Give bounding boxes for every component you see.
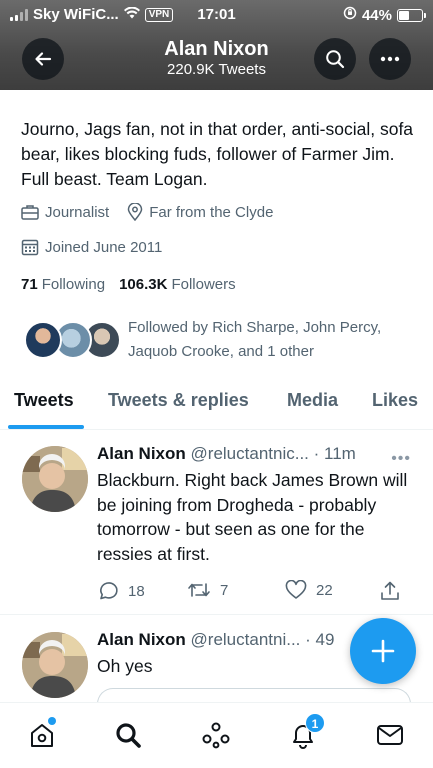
header-tweet-count: 220.9K Tweets (167, 61, 266, 78)
briefcase-icon (21, 205, 39, 220)
tweet-text: Blackburn. Right back James Brown will b… (97, 470, 408, 564)
status-bar: Sky WiFiC... VPN 17:01 44% (0, 0, 433, 30)
tweet-divider (0, 614, 433, 615)
orientation-lock-icon (343, 6, 357, 24)
tweet-author-name[interactable]: Alan Nixon (97, 444, 186, 463)
vpn-badge: VPN (144, 7, 174, 22)
carrier-label: Sky WiFiC... (33, 6, 119, 23)
compose-tweet-button[interactable] (350, 618, 416, 684)
tweet-handle-time: @reluctantnic... · 11m (190, 444, 356, 463)
nav-notifications[interactable]: 1 (283, 713, 325, 755)
location-pin-icon (127, 203, 143, 221)
following-link[interactable]: 71 Following (21, 276, 105, 293)
retweet-button[interactable]: 7 (187, 580, 228, 600)
signal-icon (10, 8, 28, 21)
like-button[interactable]: 22 (285, 580, 333, 600)
more-options-button[interactable] (369, 38, 411, 80)
profile-tabs: Tweets Tweets & replies Media Likes (0, 380, 433, 430)
tweet-actions: 18 7 22 (97, 580, 407, 604)
mail-icon (377, 725, 403, 745)
joined-label: Joined June 2011 (45, 238, 163, 256)
nav-search[interactable] (108, 715, 148, 755)
followed-by-section[interactable]: Followed by Rich Sharpe, John Percy, Jaq… (21, 316, 421, 366)
tweet-card[interactable]: Alan Nixon @reluctantnic... · 11m ••• Bl… (0, 444, 433, 614)
follower-avatar-1 (24, 321, 62, 359)
profile-meta-row: Journalist Far from the Clyde (21, 203, 273, 221)
search-icon (116, 723, 141, 748)
share-icon (381, 581, 399, 600)
notification-badge: 1 (305, 713, 325, 733)
tab-tweets-and-replies[interactable]: Tweets & replies (108, 390, 249, 411)
home-icon (31, 724, 53, 747)
tweet-handle-time: @reluctantni... · 49 (190, 630, 335, 649)
home-unread-dot (48, 717, 56, 725)
tweet-header: Alan Nixon @reluctantni... · 49 (97, 630, 334, 650)
tweet-author-name[interactable]: Alan Nixon (97, 630, 186, 649)
reply-button[interactable]: 18 (97, 580, 145, 602)
tab-tweets[interactable]: Tweets (14, 390, 74, 411)
spaces-icon (202, 722, 230, 749)
profession-label: Journalist (45, 203, 110, 221)
following-label: Following (41, 276, 106, 293)
retweet-count: 7 (220, 581, 229, 599)
nav-home[interactable] (22, 715, 62, 755)
search-button[interactable] (314, 38, 356, 80)
avatar[interactable] (22, 632, 88, 698)
wifi-icon (123, 6, 140, 23)
nav-spaces[interactable] (196, 715, 236, 755)
profile-bio: Journo, Jags fan, not in that order, ant… (21, 119, 414, 189)
tweet-more-icon[interactable]: ••• (391, 450, 411, 468)
retweet-icon (188, 583, 210, 597)
tab-media[interactable]: Media (287, 390, 338, 411)
nav-messages[interactable] (370, 715, 410, 755)
calendar-icon (21, 239, 39, 256)
like-count: 22 (316, 581, 333, 599)
more-icon (380, 56, 400, 62)
tab-likes[interactable]: Likes (372, 390, 418, 411)
battery-icon (397, 8, 426, 22)
followers-label: Followers (171, 276, 236, 293)
location-label: Far from the Clyde (149, 203, 274, 221)
bottom-nav: 1 (0, 702, 433, 768)
follow-counts: 71 Following 106.3K Followers (21, 276, 236, 293)
tweet-header: Alan Nixon @reluctantnic... · 11m (97, 444, 356, 464)
share-button[interactable] (379, 580, 401, 602)
reply-count: 18 (128, 582, 145, 600)
following-count: 71 (21, 276, 38, 293)
followers-count: 106.3K (119, 276, 168, 293)
plus-icon (371, 639, 395, 663)
profile-header: Sky WiFiC... VPN 17:01 44% Alan Nixon 22… (0, 0, 433, 90)
active-tab-indicator (8, 425, 84, 429)
joined-row: Joined June 2011 (21, 238, 162, 256)
search-icon (326, 50, 345, 69)
followed-by-text: Followed by Rich Sharpe, John Percy, Jaq… (128, 319, 382, 360)
avatar[interactable] (22, 446, 88, 512)
heart-icon (285, 580, 307, 599)
battery-percent: 44% (361, 6, 392, 24)
followers-link[interactable]: 106.3K Followers (119, 276, 236, 293)
reply-icon (100, 582, 118, 600)
